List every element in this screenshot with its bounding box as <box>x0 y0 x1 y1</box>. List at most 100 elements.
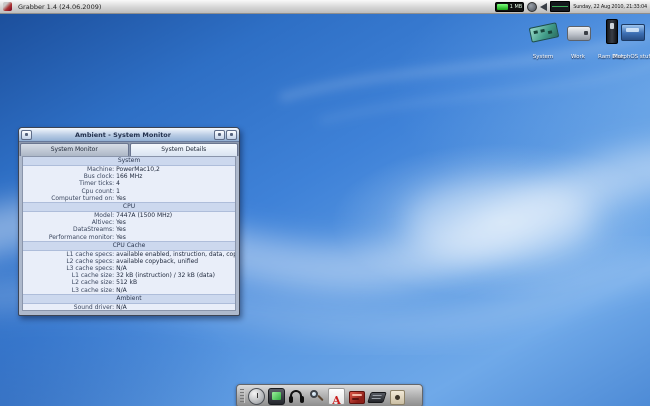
info-label: L1 cache size: <box>23 272 116 279</box>
pdf-reader-icon[interactable]: A <box>328 388 345 405</box>
info-row: L3 cache size: N/A <box>23 287 235 294</box>
info-row: L1 cache specs: available enabled, instr… <box>23 251 235 258</box>
section-header: CPU <box>23 202 235 212</box>
menubar-clock: Sunday, 22 Aug 2010, 21:33:04 <box>573 4 647 10</box>
info-row: L1 cache size: 32 kB (instruction) / 32 … <box>23 272 235 279</box>
gauge-icon[interactable] <box>248 388 265 405</box>
info-row: Timer ticks: 4 <box>23 180 235 187</box>
menubar-tray: 1 MB Sunday, 22 Aug 2010, 21:33:04 <box>495 1 650 12</box>
pdf-letter: A <box>332 394 341 406</box>
window-tabs: System Monitor System Details <box>19 142 239 156</box>
depth-gadget-icon[interactable] <box>226 130 237 140</box>
info-label: L3 cache size: <box>23 287 116 294</box>
monitor-screen <box>272 392 281 400</box>
system-monitor-window: Ambient - System Monitor System Monitor … <box>18 127 240 316</box>
info-row: L2 cache specs: available copyback, unif… <box>23 258 235 265</box>
info-value: Yes <box>116 234 235 241</box>
info-label: L2 cache specs: <box>23 258 116 265</box>
section-header: Ambient <box>23 294 235 304</box>
info-label: Altivec: <box>23 219 116 226</box>
desktop-icon-label: MorphOS stuff <box>613 54 650 60</box>
info-row: Machine: PowerMac10,2 <box>23 166 235 173</box>
info-row: Model: 7447A (1500 MHz) <box>23 212 235 219</box>
desktop-icon-system[interactable]: System <box>524 19 562 62</box>
info-value: N/A <box>116 287 235 294</box>
info-value: 166 MHz <box>116 173 235 180</box>
keyboard-icon[interactable] <box>368 388 385 405</box>
app-menu-icon[interactable] <box>3 2 12 11</box>
desktop-icon-label: Work <box>571 54 585 60</box>
info-value: Yes <box>116 195 235 202</box>
info-label: L2 cache size: <box>23 279 116 286</box>
monitor-icon[interactable] <box>268 388 285 405</box>
menubar: Grabber 1.4 (24.06.2009) 1 MB Sunday, 22… <box>0 0 650 14</box>
section-header: System <box>23 157 235 166</box>
tab-system-details[interactable]: System Details <box>130 143 239 156</box>
red-boxes-icon[interactable] <box>348 388 365 405</box>
info-label: DataStreams: <box>23 226 116 233</box>
info-label: L3 cache specs: <box>23 265 116 272</box>
dock-handle[interactable] <box>240 389 245 403</box>
info-label: Sound driver: <box>23 304 116 311</box>
info-row: L2 cache size: 512 kB <box>23 279 235 286</box>
memory-meter-label: 1 MB <box>510 3 523 11</box>
info-value: available enabled, instruction, data, co… <box>116 251 235 258</box>
section-rows: L1 cache specs: available enabled, instr… <box>23 251 235 294</box>
info-label: Machine: <box>23 166 116 173</box>
info-section: Ambient Sound driver: N/A <box>23 294 235 311</box>
amplifier-icon[interactable] <box>388 388 405 405</box>
info-row: Performance monitor: Yes <box>23 234 235 241</box>
info-label: Cpu count: <box>23 188 116 195</box>
info-label: Model: <box>23 212 116 219</box>
cpu-monitor-widget[interactable] <box>550 1 570 12</box>
info-label: L1 cache specs: <box>23 251 116 258</box>
info-row: Cpu count: 1 <box>23 188 235 195</box>
info-section: CPU Model: 7447A (1500 MHz) Altivec: Yes… <box>23 202 235 241</box>
desktop-wallpaper[interactable]: System Work Ram Disk MorphOS stuff Ambie… <box>0 13 650 406</box>
info-row: Bus clock: 166 MHz <box>23 173 235 180</box>
circuit-board-icon <box>524 19 562 43</box>
info-value: PowerMac10,2 <box>116 166 235 173</box>
memory-meter-fill <box>497 4 508 10</box>
info-label: Performance monitor: <box>23 234 116 241</box>
info-row: DataStreams: Yes <box>23 226 235 233</box>
magnifier-icon[interactable] <box>308 388 325 405</box>
info-label: Computer turned on: <box>23 195 116 202</box>
info-value: 1 <box>116 188 235 195</box>
blue-box-icon <box>613 19 650 43</box>
window-right-gadgets <box>214 130 237 140</box>
info-label: Bus clock: <box>23 173 116 180</box>
window-title: Ambient - System Monitor <box>32 131 214 139</box>
info-value: 4 <box>116 180 235 187</box>
section-header: CPU Cache <box>23 241 235 251</box>
window-content: System Machine: PowerMac10,2 Bus clock: … <box>22 156 236 311</box>
headphones-icon[interactable] <box>288 388 305 405</box>
info-value: 32 kB (instruction) / 32 kB (data) <box>116 272 235 279</box>
info-row: L3 cache specs: N/A <box>23 265 235 272</box>
iconify-gadget-icon[interactable] <box>214 130 225 140</box>
info-value: available copyback, unified <box>116 258 235 265</box>
info-value: N/A <box>116 304 235 311</box>
desktop-icon-morphos-stuff[interactable]: MorphOS stuff <box>613 19 650 62</box>
tab-system-monitor[interactable]: System Monitor <box>20 143 129 156</box>
info-value: 512 kB <box>116 279 235 286</box>
info-section: CPU Cache L1 cache specs: available enab… <box>23 241 235 294</box>
dock: A <box>236 384 423 406</box>
section-rows: Model: 7447A (1500 MHz) Altivec: Yes Dat… <box>23 212 235 241</box>
info-value: N/A <box>116 265 235 272</box>
section-rows: Machine: PowerMac10,2 Bus clock: 166 MHz… <box>23 166 235 202</box>
gauge-needle <box>257 393 258 398</box>
info-row: Sound driver: N/A <box>23 304 235 311</box>
close-gadget-icon[interactable] <box>21 130 32 140</box>
gear-icon[interactable] <box>527 2 537 12</box>
desktop-icon-label: System <box>533 54 554 60</box>
memory-meter[interactable]: 1 MB <box>495 2 524 12</box>
info-value: Yes <box>116 219 235 226</box>
speaker-icon[interactable] <box>540 3 547 11</box>
info-value: 7447A (1500 MHz) <box>116 212 235 219</box>
window-titlebar[interactable]: Ambient - System Monitor <box>19 128 239 142</box>
info-row: Altivec: Yes <box>23 219 235 226</box>
section-rows: Sound driver: N/A <box>23 304 235 311</box>
info-label: Timer ticks: <box>23 180 116 187</box>
info-row: Computer turned on: Yes <box>23 195 235 202</box>
